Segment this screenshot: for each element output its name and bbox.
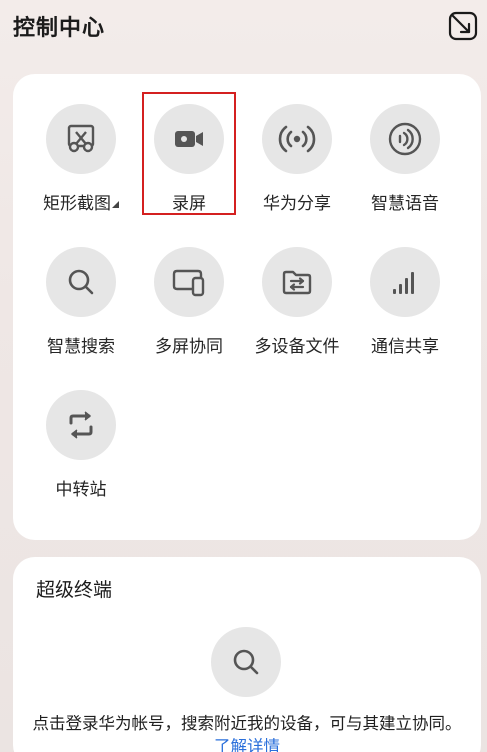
search-icon [46,247,116,317]
multi-screen-icon [154,247,224,317]
edit-icon[interactable] [447,10,479,42]
learn-more-link[interactable]: 了解详情 [214,737,280,752]
folder-transfer-icon [262,247,332,317]
tile-multi-screen[interactable]: 多屏协同 [135,247,243,377]
crop-screenshot-icon [46,104,116,174]
wireless-share-icon [262,104,332,174]
transfer-loop-icon [46,390,116,460]
search-icon[interactable] [211,627,281,697]
tile-transfer-station[interactable]: 中转站 [27,390,135,520]
tile-smart-voice[interactable]: 智慧语音 [351,104,459,234]
signal-bars-icon [370,247,440,317]
tile-label: 智慧语音 [371,194,439,214]
tile-huawei-share[interactable]: 华为分享 [243,104,351,234]
tile-rectangle-screenshot[interactable]: 矩形截图 [27,104,135,234]
quick-toggles-panel: 矩形截图 录屏 华为分享 智慧语音 智慧搜索 多屏协同 多设备文件 通信共享 中… [13,74,481,540]
tile-label: 通信共享 [371,337,439,357]
super-device-panel: 超级终端 点击登录华为帐号，搜索附近我的设备，可与其建立协同。 了解详情 [13,557,481,752]
page-title: 控制中心 [13,16,106,41]
super-device-description: 点击登录华为帐号，搜索附近我的设备，可与其建立协同。 了解详情 [29,712,465,752]
expand-corner-icon [112,201,119,208]
tile-smart-search[interactable]: 智慧搜索 [27,247,135,377]
tile-label: 中转站 [55,480,107,500]
highlight-box [142,92,236,215]
voice-assistant-icon [370,104,440,174]
control-center-header: 控制中心 [0,0,487,56]
super-device-title: 超级终端 [36,579,113,601]
tile-multi-device-files[interactable]: 多设备文件 [243,247,351,377]
tile-communication-share[interactable]: 通信共享 [351,247,459,377]
